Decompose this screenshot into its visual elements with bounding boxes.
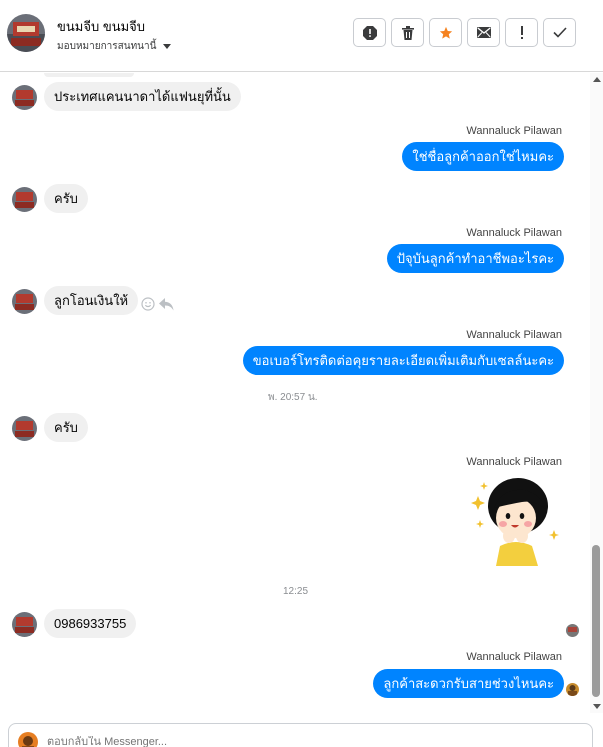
outgoing-message[interactable]: ปัจุบันลูกค้าทำอาชีพอะไรคะ — [386, 244, 564, 273]
mark-unread-button[interactable] — [467, 18, 500, 47]
star-icon — [439, 26, 452, 39]
sender-avatar[interactable] — [12, 187, 37, 212]
girl-sticker-icon — [471, 478, 559, 566]
reply-icon[interactable] — [159, 297, 174, 311]
contact-name[interactable]: ขนมจีบ ขนมจีบ — [57, 16, 145, 37]
trash-icon — [401, 25, 414, 40]
assign-conversation-dropdown[interactable]: มอบหมายการสนทนานี้ — [57, 39, 172, 54]
scroll-down-arrow-icon[interactable] — [593, 704, 601, 709]
incoming-message[interactable]: ลูกโอนเงินให้ — [44, 286, 139, 315]
mark-done-button[interactable] — [543, 18, 576, 47]
caret-down-icon — [163, 44, 172, 49]
scrollbar-thumb[interactable] — [592, 545, 600, 697]
message-timestamp: 12:25 — [283, 586, 309, 597]
read-receipt-avatar — [566, 683, 579, 696]
report-button[interactable] — [353, 18, 386, 47]
incoming-message[interactable]: ประเทศแคนนาดาได้แฟนยุที่นั้น — [44, 82, 241, 111]
message-actions — [141, 297, 174, 311]
sender-avatar[interactable] — [12, 85, 37, 110]
spam-button[interactable] — [505, 18, 538, 47]
sender-avatar[interactable] — [12, 289, 37, 314]
sticker-message[interactable] — [466, 474, 566, 566]
conversation-toolbar — [353, 18, 576, 47]
reply-composer[interactable] — [8, 723, 593, 747]
smiley-react-icon[interactable] — [141, 297, 155, 311]
read-receipt-avatar — [566, 624, 579, 637]
sender-name: Wannaluck Pilawan — [466, 227, 562, 239]
sender-name: Wannaluck Pilawan — [466, 456, 562, 468]
message-timestamp: พ. 20:57 น. — [268, 392, 318, 403]
sender-name: Wannaluck Pilawan — [466, 125, 562, 137]
reply-input[interactable] — [47, 736, 447, 747]
sender-name: Wannaluck Pilawan — [466, 651, 562, 663]
sender-avatar[interactable] — [12, 416, 37, 441]
incoming-message[interactable]: 0986933755 — [44, 609, 137, 638]
conversation-header: ขนมจีบ ขนมจีบ มอบหมายการสนทนานี้ — [0, 0, 603, 72]
assign-label: มอบหมายการสนทนานี้ — [57, 41, 157, 52]
sender-avatar[interactable] — [12, 612, 37, 637]
outgoing-message[interactable]: ขอเบอร์โทรติดต่อคุยรายละเอียดเพิ่มเติมกั… — [242, 346, 564, 375]
outgoing-message[interactable]: ใช่ชื่อลูกค้าออกใช่ไหมคะ — [402, 142, 564, 171]
check-icon — [552, 27, 567, 38]
mail-icon — [476, 27, 491, 38]
incoming-message[interactable]: ครับ — [44, 184, 88, 213]
incoming-message[interactable]: ครับ — [44, 413, 88, 442]
star-button[interactable] — [429, 18, 462, 47]
partial-message-bubble — [44, 73, 134, 77]
report-icon — [362, 25, 377, 40]
contact-avatar[interactable] — [7, 14, 45, 52]
sender-name: Wannaluck Pilawan — [466, 329, 562, 341]
outgoing-message[interactable]: ลูกค้าสะดวกรับสายช่วงไหนคะ — [373, 669, 564, 698]
delete-button[interactable] — [391, 18, 424, 47]
scroll-up-arrow-icon[interactable] — [593, 77, 601, 82]
page-avatar — [18, 732, 38, 747]
exclamation-icon — [520, 25, 523, 39]
